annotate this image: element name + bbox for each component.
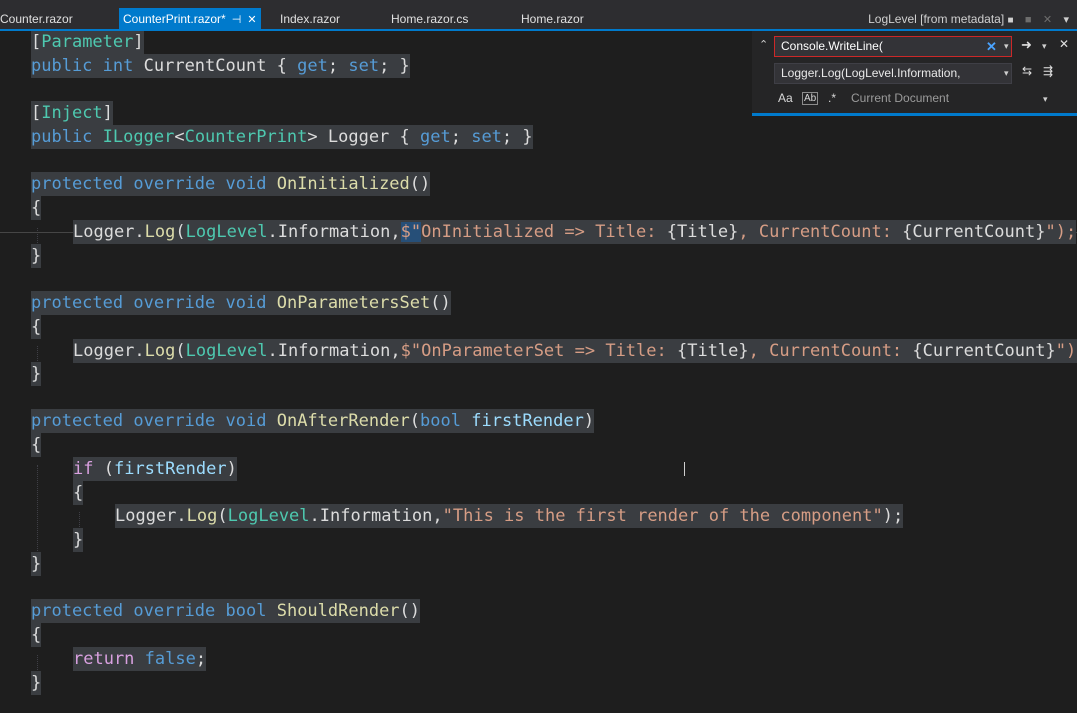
code-line: { <box>31 433 42 457</box>
tab-home-razor[interactable]: Home.razor <box>521 8 584 30</box>
tab-label: CounterPrint.razor* <box>123 12 226 26</box>
code-line: { <box>31 623 42 647</box>
close-icon[interactable]: ✕ <box>247 9 256 31</box>
code-line: [Inject] <box>31 101 113 125</box>
code-line: return false; <box>73 647 207 671</box>
search-scope-dropdown[interactable]: Current Document <box>851 91 949 105</box>
scope-dropdown-icon[interactable]: ▾ <box>1043 94 1048 105</box>
code-line: Logger.Log(LogLevel.Information,$"OnPara… <box>73 339 1077 363</box>
tab-list-dropdown-icon[interactable]: ▾ <box>1063 14 1069 26</box>
tab-home-razor-cs[interactable]: Home.razor.cs <box>391 8 468 30</box>
tab-label: Index.razor <box>280 12 341 26</box>
code-line: protected override bool ShouldRender() <box>31 599 421 623</box>
tab-counterprint-razor[interactable]: CounterPrint.razor* ⊣ ✕ <box>119 8 261 30</box>
code-editor[interactable]: [Parameter] public int CurrentCount { ge… <box>0 31 1077 713</box>
code-line: } <box>31 671 42 695</box>
code-line: } <box>31 552 42 576</box>
tab-pin-icon[interactable]: ■ <box>1025 14 1032 26</box>
code-line: Logger.Log(LogLevel.Information,"This is… <box>115 504 904 528</box>
tab-label: Home.razor <box>521 12 584 26</box>
find-options-dropdown-icon[interactable]: ▾ <box>1042 41 1047 52</box>
regex-toggle[interactable]: .* <box>828 91 836 105</box>
search-input[interactable]: Console.WriteLine( <box>774 36 1012 57</box>
code-line: public int CurrentCount { get; set; } <box>31 54 410 78</box>
search-history-dropdown-icon[interactable]: ▾ <box>1004 41 1009 52</box>
pin-icon[interactable]: ⊣ <box>232 9 242 31</box>
mouse-ibeam-cursor <box>684 462 688 476</box>
indent-guide <box>37 465 38 565</box>
code-line: } <box>31 244 42 268</box>
lock-icon: ■ <box>1007 15 1014 26</box>
code-line: public ILogger<CounterPrint> Logger { ge… <box>31 125 533 149</box>
code-line: { <box>31 196 42 220</box>
tab-label: Counter.razor <box>0 12 73 26</box>
replace-input[interactable]: Logger.Log(LogLevel.Information, <box>774 63 1012 84</box>
tab-close-icon[interactable]: ✕ <box>1043 14 1052 26</box>
find-replace-widget: ⌃ Console.WriteLine( ✕ ▾ ➜ ▾ ✕ Logger.Lo… <box>752 31 1077 116</box>
code-line: protected override void OnAfterRender(bo… <box>31 409 595 433</box>
close-find-icon[interactable]: ✕ <box>1059 37 1069 51</box>
code-line: { <box>73 481 84 505</box>
code-line: [Parameter] <box>31 31 144 54</box>
document-tab-bar: Counter.razor CounterPrint.razor* ⊣ ✕ Inde… <box>0 0 1077 31</box>
code-line: { <box>31 315 42 339</box>
tab-loglevel-metadata[interactable]: LogLevel [from metadata] ■ ■ ✕ ▾ <box>868 8 1069 30</box>
find-next-icon[interactable]: ➜ <box>1021 37 1032 53</box>
code-line: protected override void OnParametersSet(… <box>31 291 451 315</box>
replace-all-icon[interactable]: ⇶ <box>1043 64 1053 78</box>
tab-counter-razor[interactable]: Counter.razor <box>0 8 73 30</box>
replace-next-icon[interactable]: ⇆ <box>1022 64 1032 78</box>
tab-label: Home.razor.cs <box>391 12 469 26</box>
clear-search-icon[interactable]: ✕ <box>986 39 997 55</box>
code-line: protected override void OnInitialized() <box>31 172 431 196</box>
match-case-toggle[interactable]: Aa <box>778 91 793 105</box>
code-line: } <box>73 528 84 552</box>
collapse-replace-icon[interactable]: ⌃ <box>759 38 768 51</box>
code-line: } <box>31 362 42 386</box>
replace-history-dropdown-icon[interactable]: ▾ <box>1004 68 1009 79</box>
code-line: Logger.Log(LogLevel.Information,$"OnInit… <box>73 220 1077 244</box>
code-line: if (firstRender) <box>73 457 237 481</box>
tab-index-razor[interactable]: Index.razor <box>280 8 340 30</box>
whole-word-toggle[interactable]: Ab <box>802 92 819 105</box>
tab-label: LogLevel [from metadata] <box>868 12 1005 26</box>
